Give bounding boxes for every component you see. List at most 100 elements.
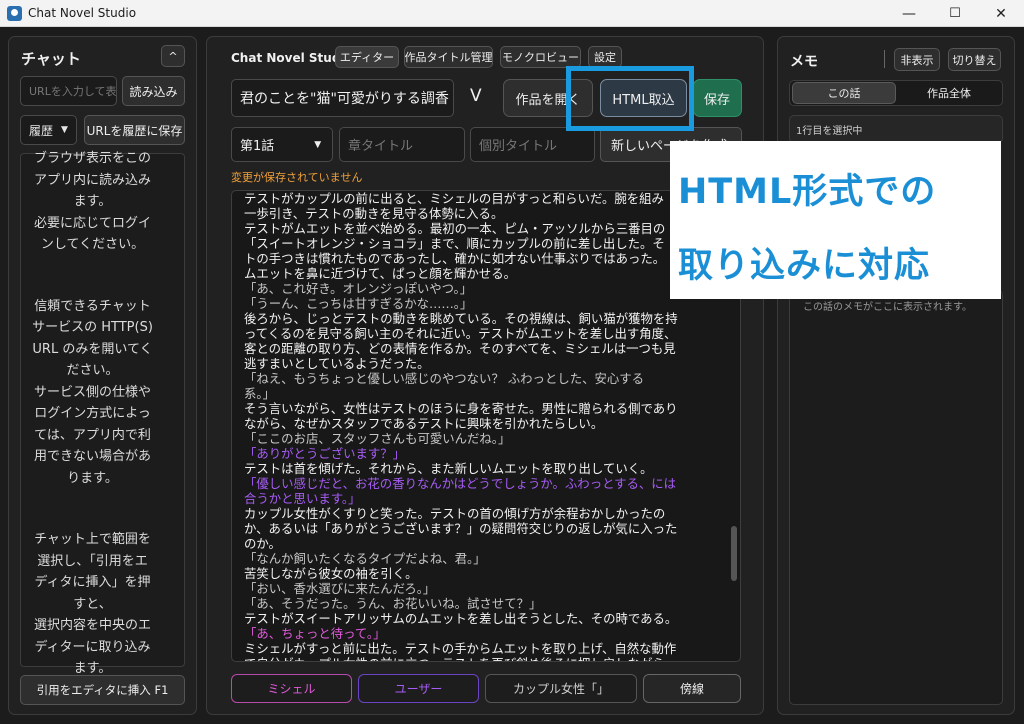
editor-line: 「優しい感じだと、お花の香りなんかはどうでしょうか。ふわっとする、には: [244, 476, 677, 491]
chat-line: ださい。: [66, 363, 119, 378]
highlight-frame: [566, 66, 694, 131]
editor-line: 「うーん、こっちは甘すぎるかな……。」: [244, 296, 473, 311]
tab-editor[interactable]: エディター: [335, 46, 399, 68]
editor-line: 系。」: [244, 386, 275, 401]
chat-line: アプリ内に読み込み: [33, 172, 151, 188]
tag-button-couple-woman[interactable]: カップル女性「」: [485, 674, 637, 703]
chat-collapse-button[interactable]: ^: [161, 45, 185, 67]
chat-line: チャット上で範囲を: [34, 532, 151, 547]
url-input[interactable]: URLを入力して表: [20, 76, 117, 106]
editor-line: トの手つきは慣れたものであったし、確かに如才ない仕事ぶりではあった。: [244, 251, 666, 266]
memo-area[interactable]: [789, 290, 1003, 705]
chat-paragraph-3: チャット上で範囲を 選択し、「引用をエ ディタに挿入」を押 すと、 選択内容を中…: [30, 529, 155, 680]
chat-paragraph-1: ブラウザ表示をこの アプリ内に読み込み ます。 必要に応じてログイ ンしてくださ…: [30, 148, 155, 256]
chat-line: サービス側の仕様や: [33, 384, 151, 400]
editor-line: 「ねえ、もうちょっと優しい感じのやつない？ ふわっとした、安心する: [244, 371, 645, 386]
tag-button-user[interactable]: ユーザー: [358, 674, 479, 703]
chapter-select-label: 第1話: [240, 139, 275, 154]
editor-line: テストがスイートアリッサムのムエットを差し出そうとした、その時である。: [244, 611, 678, 626]
minimize-button[interactable]: —: [886, 0, 932, 27]
memo-hide-button[interactable]: 非表示: [894, 48, 940, 71]
memo-placeholder: この話のメモがここに表示されます。: [803, 302, 972, 313]
chat-message: ブラウザ表示をこの アプリ内に読み込み ます。 必要に応じてログイ ンしてくださ…: [30, 148, 155, 680]
chat-header: チャット: [21, 50, 81, 68]
chat-line: ディタに挿入」を押: [34, 575, 151, 590]
memo-divider: [884, 50, 885, 68]
editor-content: テストがカップルの前に出ると、ミシェルの目がすっと和らいだ。腕を組み 一歩引き、テ…: [244, 191, 724, 661]
chevron-down-icon: ▼: [61, 125, 68, 135]
chat-line: ログイン方式によっ: [34, 406, 151, 421]
memo-tab-this-episode[interactable]: この話: [792, 82, 896, 104]
insert-quote-button[interactable]: 引用をエディタに挿入 F1: [20, 675, 185, 705]
chat-line: ります。: [67, 470, 118, 486]
editor-line: 「ここのお店、スタッフさんも可愛いんだね。」: [244, 431, 511, 446]
chat-line: ブラウザ表示をこの: [33, 151, 151, 166]
chat-line: URL のみを開いてく: [32, 341, 153, 357]
editor-line: ムエットを鼻に近づけて、ぱっと顔を輝かせる。: [244, 266, 516, 281]
tab-settings[interactable]: 設定: [588, 46, 622, 68]
maximize-button[interactable]: ☐: [932, 0, 978, 27]
editor-line: か、あるいは「ありがとうございます？」の疑問符交じりの返しが気に入った: [244, 521, 678, 536]
chat-line: ては、アプリ内で利: [34, 427, 151, 443]
window-title: Chat Novel Studio: [28, 6, 137, 20]
editor-scrollbar[interactable]: [731, 526, 737, 581]
chat-line: サービスの HTTP(S): [32, 320, 153, 335]
editor-line: 逃すまいとしているようだった。: [244, 356, 430, 371]
memo-line-select-label: 1行目を選択中: [796, 126, 863, 137]
work-dropdown-toggle[interactable]: V: [470, 86, 482, 106]
tab-monochrome-view[interactable]: モノクロビュー: [500, 46, 581, 68]
chevron-down-icon: ▼: [314, 139, 322, 150]
work-title-field[interactable]: 君のことを"猫"可愛がりする調香: [231, 79, 454, 117]
chat-line: ディターに取り込み: [34, 639, 151, 655]
editor-line: 苦笑しながら彼女の袖を引く。: [244, 566, 418, 581]
save-button[interactable]: 保存: [693, 79, 742, 117]
chapter-select[interactable]: 第1話 ▼: [231, 127, 333, 162]
editor-line: ってくるのを見守る飼い主のそれに近い。テストがムエットを差し出す角度、: [244, 326, 677, 341]
chat-paragraph-2: 信頼できるチャット サービスの HTTP(S) URL のみを開いてく ださい。…: [30, 296, 155, 490]
history-select-label: 履歴: [29, 123, 54, 138]
editor-line: のか。: [244, 536, 281, 551]
editor-line: ミシェルがすっと前に出た。テストの手からムエットを取り上げ、自然な動作: [244, 641, 677, 656]
load-button[interactable]: 読み込み: [122, 76, 185, 106]
editor-line: テストがカップルの前に出ると、ミシェルの目がすっと和らいだ。腕を組み: [244, 191, 664, 206]
editor-line: 「なんか飼いたくなるタイプだよね、君。」: [244, 551, 486, 566]
chat-line: ンしてください。: [40, 237, 145, 252]
tag-button-michel[interactable]: ミシェル: [231, 674, 352, 703]
episode-title-input[interactable]: 個別タイトル: [470, 127, 595, 162]
chat-line: すと、: [73, 596, 112, 612]
editor-line: で自分がカップル女性の前に立つ。テストを再び斜め後ろに押し戻しながら。: [244, 656, 724, 661]
close-button[interactable]: ✕: [978, 0, 1024, 27]
editor-line: 「ありがとうございます？」: [244, 446, 406, 461]
editor-line: 「あ、ちょっと待って。」: [244, 626, 386, 641]
memo-tab-whole-work[interactable]: 作品全体: [898, 82, 1000, 104]
editor-line: ながら、なぜかスタッフであるテストに興味を引かれたらしい。: [244, 416, 604, 431]
editor-line: カップル女性がくすりと笑った。テストの首の傾げ方が余程おかしかったの: [244, 506, 666, 521]
app-icon: [7, 6, 22, 21]
editor-line: テストがムエットを並べ始める。最初の一本、ピム・アッソルから三番目の: [244, 221, 666, 236]
callout-line-2: 取り込みに対応: [678, 246, 931, 286]
chat-line: 選択内容を中央のエ: [33, 618, 151, 633]
editor-line: 後ろから、じっとテストの動きを眺めている。その視線は、飼い猫が獲物を持: [244, 311, 678, 326]
editor-line: 「あ、これ好き。オレンジっぽいやつ。」: [244, 281, 473, 296]
title-bar: Chat Novel Studio — ☐ ✕: [0, 0, 1024, 27]
editor-line: 一歩引き、テストの動きを見守る体勢に入る。: [244, 206, 504, 221]
chat-line: ます。: [73, 194, 112, 209]
editor-textarea[interactable]: テストがカップルの前に出ると、ミシェルの目がすっと和らいだ。腕を組み 一歩引き、テ…: [231, 190, 741, 662]
tag-button-sideline[interactable]: 傍線: [643, 674, 741, 703]
chat-line: 選択し、「引用をエ: [37, 553, 148, 569]
editor-line: 客との距離の取り方、どの表情を作るか。そのすべてを、ミシェルは一つも見: [244, 341, 676, 356]
editor-line: そう言いながら、女性はテストのほうに身を寄せた。男性に贈られる側であり: [244, 401, 678, 416]
unsaved-status: 変更が保存されていません: [231, 171, 363, 184]
chat-line: 必要に応じてログイ: [33, 215, 151, 231]
chapter-title-input[interactable]: 章タイトル: [339, 127, 465, 162]
editor-line: 「おい、香水選びに来たんだろ。」: [244, 581, 436, 596]
tab-title-management[interactable]: 作品タイトル管理: [404, 46, 493, 68]
memo-toggle-button[interactable]: 切り替え: [948, 48, 1001, 71]
memo-header: メモ: [790, 54, 818, 70]
save-url-history-button[interactable]: URLを履歴に保存: [84, 115, 185, 145]
history-select[interactable]: 履歴 ▼: [20, 115, 77, 145]
editor-line: 「スイートオレンジ・ショコラ」まで、順にカップルの前に差し出した。そ: [244, 236, 665, 251]
editor-line: 合うかと思います。」: [244, 491, 361, 506]
callout-line-1: HTML形式での: [678, 172, 937, 212]
editor-line: 「あ、そうだった。うん、お花いいね。試させて？」: [244, 596, 542, 611]
